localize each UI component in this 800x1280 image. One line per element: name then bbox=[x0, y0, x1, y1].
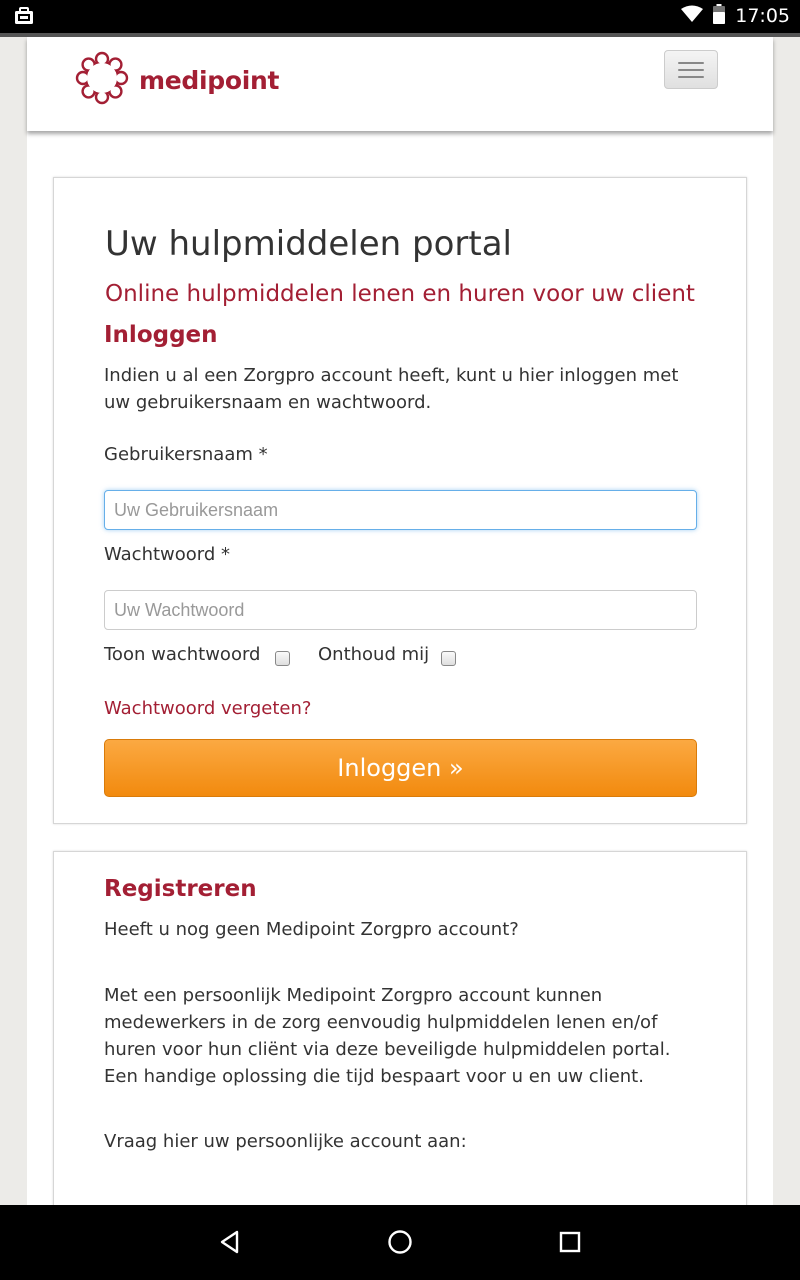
login-card: Uw hulpmiddelen portal Online hulpmiddel… bbox=[53, 177, 747, 824]
forgot-password-link[interactable]: Wachtwoord vergeten? bbox=[104, 698, 311, 719]
register-question: Heeft u nog geen Medipoint Zorgpro accou… bbox=[104, 919, 519, 940]
logo-text: medipoint bbox=[139, 65, 280, 95]
username-input[interactable]: Uw Gebruikersnaam bbox=[104, 490, 697, 530]
briefcase-icon bbox=[14, 6, 34, 30]
home-icon bbox=[388, 1230, 412, 1254]
menu-bar bbox=[678, 75, 704, 78]
recents-button[interactable] bbox=[555, 1227, 585, 1257]
username-placeholder: Uw Gebruikersnaam bbox=[114, 499, 279, 520]
system-nav-bar bbox=[0, 1205, 800, 1280]
login-intro-text: Indien u al een Zorgpro account heeft, k… bbox=[104, 365, 679, 413]
remember-me-checkbox[interactable] bbox=[441, 651, 456, 666]
hamburger-menu-button[interactable] bbox=[664, 50, 718, 89]
clock: 17:05 bbox=[735, 5, 790, 27]
page-subtitle: Online hulpmiddelen lenen en huren voor … bbox=[105, 281, 695, 307]
register-card: Registreren Heeft u nog geen Medipoint Z… bbox=[53, 851, 747, 1231]
username-label: Gebruikersnaam * bbox=[104, 444, 268, 465]
register-request-text: Vraag hier uw persoonlijke account aan: bbox=[104, 1131, 467, 1152]
password-input[interactable]: Uw Wachtwoord bbox=[104, 590, 697, 630]
status-bar: 17:05 bbox=[0, 0, 800, 33]
hamburger-menu-icon bbox=[678, 61, 704, 64]
login-heading: Inloggen bbox=[104, 322, 218, 348]
site-header: medipoint bbox=[27, 37, 773, 131]
wifi-icon bbox=[681, 5, 704, 27]
show-password-checkbox[interactable] bbox=[275, 651, 290, 666]
password-label: Wachtwoord * bbox=[104, 544, 231, 565]
recents-icon bbox=[559, 1231, 581, 1253]
battery-icon bbox=[713, 4, 726, 28]
back-button[interactable] bbox=[215, 1227, 245, 1257]
medipoint-logo-icon bbox=[75, 51, 129, 109]
register-heading: Registreren bbox=[104, 876, 257, 902]
page-title: Uw hulpmiddelen portal bbox=[105, 224, 512, 264]
back-icon bbox=[220, 1230, 239, 1254]
menu-bar bbox=[678, 68, 704, 71]
home-button[interactable] bbox=[385, 1227, 415, 1257]
remember-me-label: Onthoud mij bbox=[318, 644, 430, 665]
show-password-label: Toon wachtwoord bbox=[104, 644, 261, 665]
logo[interactable]: medipoint bbox=[75, 51, 279, 109]
login-button[interactable]: Inloggen » bbox=[104, 739, 697, 797]
register-description: Met een persoonlijk Medipoint Zorgpro ac… bbox=[104, 985, 671, 1087]
password-placeholder: Uw Wachtwoord bbox=[114, 599, 245, 620]
